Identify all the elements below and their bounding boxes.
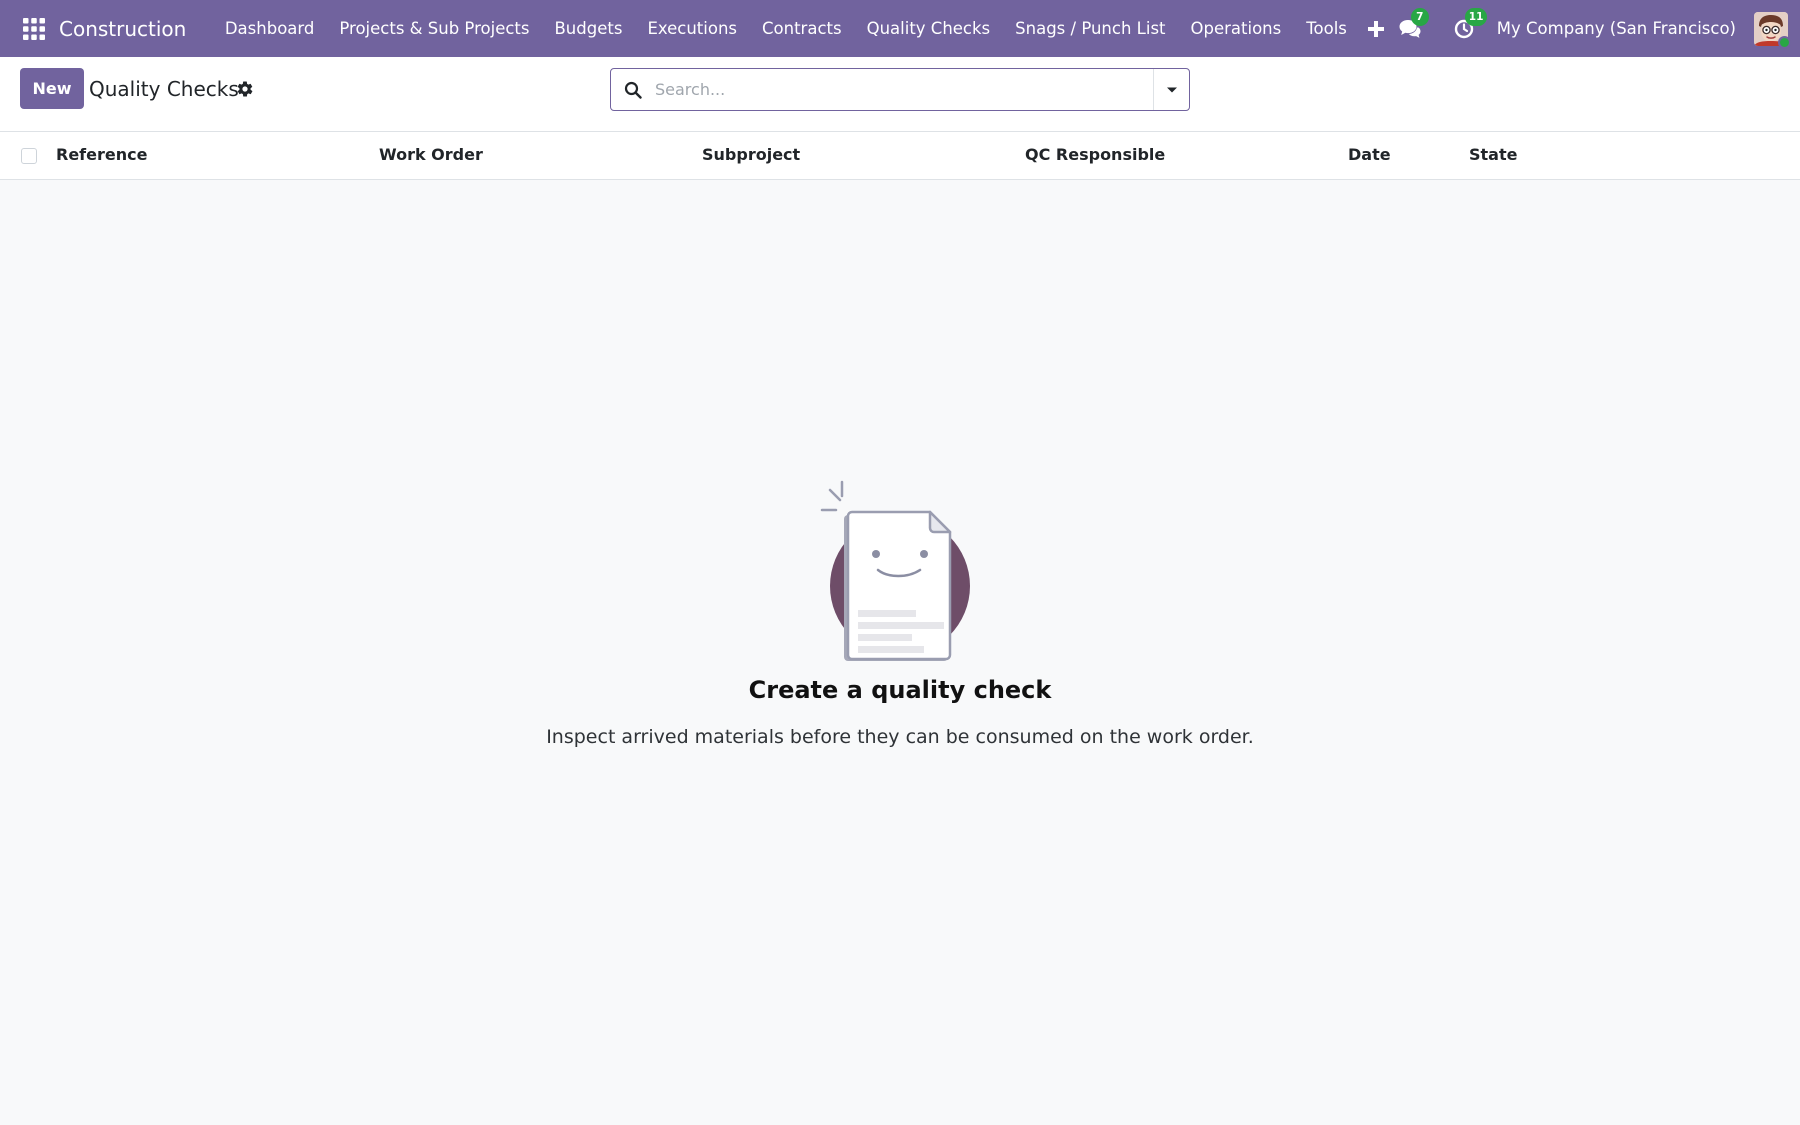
menu-projects[interactable]: Projects & Sub Projects bbox=[327, 0, 542, 57]
empty-state: Create a quality check Inspect arrived m… bbox=[0, 470, 1800, 748]
search-icon[interactable] bbox=[611, 69, 655, 110]
column-state[interactable]: State bbox=[1469, 145, 1517, 164]
presence-status-icon bbox=[1778, 35, 1791, 49]
gear-icon[interactable] bbox=[236, 80, 256, 100]
menu-tools[interactable]: Tools bbox=[1294, 0, 1360, 57]
page-title: Quality Checks bbox=[89, 77, 239, 101]
chat-icon[interactable]: 7 bbox=[1397, 7, 1429, 42]
column-subproject[interactable]: Subproject bbox=[702, 145, 800, 164]
column-work-order[interactable]: Work Order bbox=[379, 145, 483, 164]
user-avatar[interactable] bbox=[1754, 11, 1791, 49]
empty-document-icon bbox=[820, 480, 970, 661]
control-panel: New Quality Checks bbox=[0, 57, 1800, 132]
menu-dashboard[interactable]: Dashboard bbox=[212, 0, 327, 57]
menu-contracts[interactable]: Contracts bbox=[750, 0, 855, 57]
select-all-checkbox[interactable] bbox=[21, 148, 37, 164]
clock-icon[interactable]: 11 bbox=[1451, 7, 1488, 42]
menu-budgets[interactable]: Budgets bbox=[542, 0, 635, 57]
main-menu: Dashboard Projects & Sub Projects Budget… bbox=[212, 0, 1391, 57]
menu-snags-punch-list[interactable]: Snags / Punch List bbox=[1003, 0, 1178, 57]
menu-executions[interactable]: Executions bbox=[635, 0, 750, 57]
menu-quality-checks[interactable]: Quality Checks bbox=[854, 0, 1003, 57]
plus-icon[interactable] bbox=[1361, 20, 1391, 37]
empty-state-title: Create a quality check bbox=[748, 676, 1052, 704]
systray: 7 11 My Company (San Francisco) bbox=[1397, 0, 1800, 57]
new-button[interactable]: New bbox=[20, 68, 84, 109]
company-switcher[interactable]: My Company (San Francisco) bbox=[1497, 19, 1736, 38]
search-input[interactable] bbox=[655, 69, 1153, 110]
column-reference[interactable]: Reference bbox=[56, 145, 147, 164]
top-navbar: Construction Dashboard Projects & Sub Pr… bbox=[0, 0, 1800, 57]
empty-state-text: Inspect arrived materials before they ca… bbox=[546, 726, 1254, 748]
menu-operations[interactable]: Operations bbox=[1178, 0, 1294, 57]
chevron-down-icon[interactable] bbox=[1153, 69, 1189, 110]
app-brand[interactable]: Construction bbox=[59, 17, 186, 41]
column-qc-responsible[interactable]: QC Responsible bbox=[1025, 145, 1165, 164]
messages-count-badge: 7 bbox=[1410, 7, 1429, 26]
apps-grid-icon[interactable] bbox=[20, 15, 48, 43]
search-bar bbox=[610, 68, 1190, 111]
column-date[interactable]: Date bbox=[1348, 145, 1391, 164]
list-header: Reference Work Order Subproject QC Respo… bbox=[0, 132, 1800, 180]
activities-count-badge: 11 bbox=[1464, 7, 1488, 26]
